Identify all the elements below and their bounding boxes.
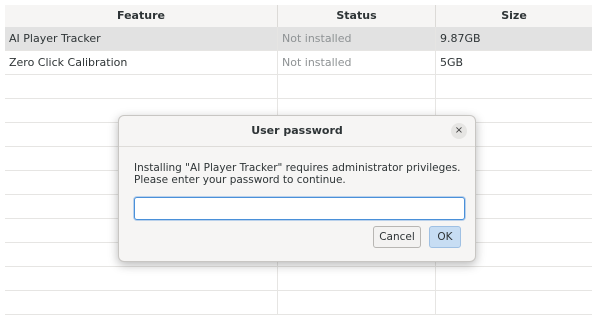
dialog-message-line2: Please enter your password to continue. <box>134 174 346 186</box>
status-cell: Not installed <box>278 51 436 74</box>
feature-cell: AI Player Tracker <box>5 27 278 50</box>
password-input[interactable] <box>134 197 465 220</box>
dialog-message: Installing "AI Player Tracker" requires … <box>134 162 464 186</box>
size-cell: 5GB <box>440 56 464 69</box>
column-header-feature[interactable]: Feature <box>5 5 278 27</box>
feature-cell: Zero Click Calibration <box>5 51 278 74</box>
column-header-size[interactable]: Size <box>436 5 592 27</box>
table-row[interactable]: AI Player Tracker Not installed 9.87GB <box>5 27 592 51</box>
empty-row <box>5 75 592 99</box>
password-dialog: User password × Installing "AI Player Tr… <box>118 115 476 262</box>
table-header: Feature Status Size <box>5 5 592 28</box>
size-cell: 9.87GB <box>440 32 481 45</box>
dialog-message-line1: Installing "AI Player Tracker" requires … <box>134 162 461 174</box>
column-header-status[interactable]: Status <box>278 5 436 27</box>
close-icon[interactable]: × <box>451 123 467 139</box>
dialog-title: User password <box>119 116 475 147</box>
empty-row <box>5 291 592 315</box>
status-cell: Not installed <box>278 27 436 50</box>
cancel-button[interactable]: Cancel <box>373 226 421 248</box>
table-row[interactable]: Zero Click Calibration Not installed 5GB <box>5 51 592 75</box>
ok-button[interactable]: OK <box>429 226 461 248</box>
empty-row <box>5 267 592 291</box>
